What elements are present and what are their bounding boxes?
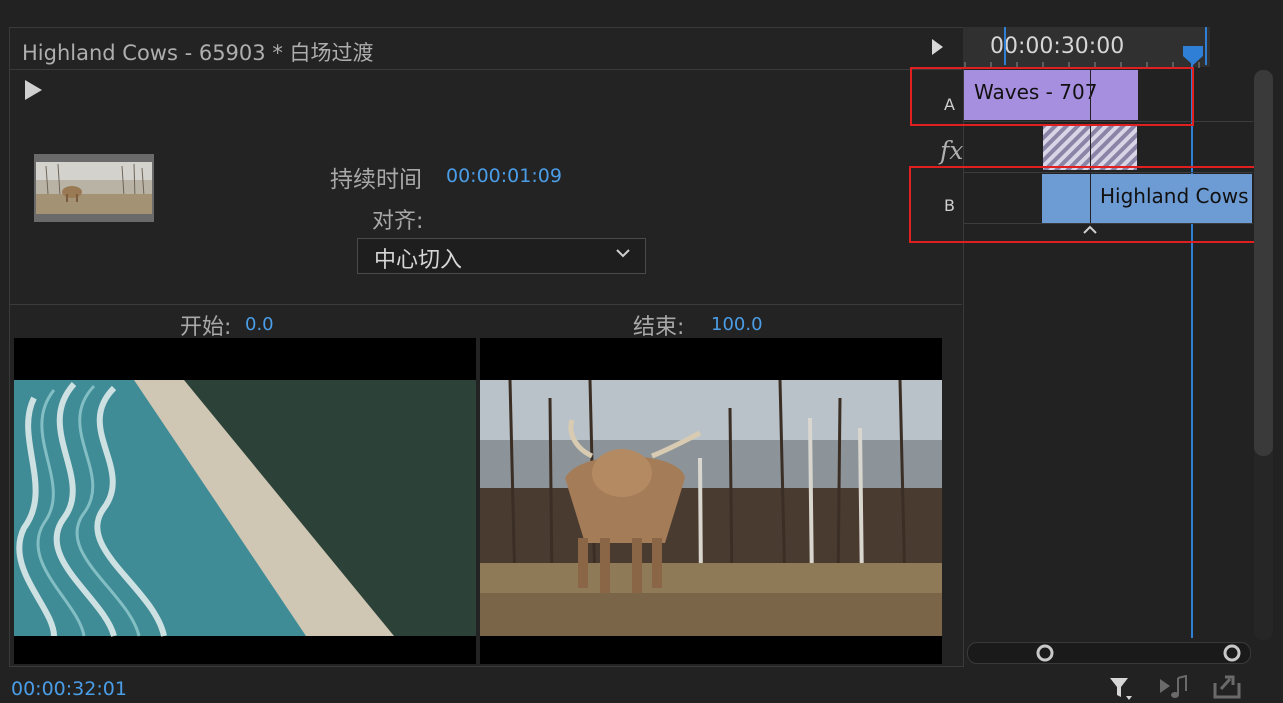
chevron-down-icon (616, 249, 630, 258)
start-preview-frame (14, 338, 476, 664)
transition-thumbnail (34, 154, 154, 222)
alignment-label: 对齐: (372, 209, 424, 234)
current-timecode[interactable]: 00:00:32:01 (11, 678, 127, 700)
vertical-scrollbar[interactable] (1254, 70, 1273, 456)
filter-icon[interactable] (1108, 675, 1134, 701)
playhead-icon[interactable] (1182, 40, 1204, 66)
out-point-marker[interactable] (1205, 27, 1207, 65)
end-value[interactable]: 100.0 (711, 314, 763, 335)
duration-value[interactable]: 00:00:01:09 (446, 165, 562, 187)
highlight-box-track-b (909, 166, 1262, 243)
end-preview-frame (480, 338, 942, 664)
start-label: 开始: (180, 315, 232, 340)
end-label: 结束: (633, 315, 685, 340)
playhead-line (1191, 58, 1193, 638)
zoom-handle-right-icon[interactable] (1222, 643, 1242, 663)
timeline-timecode: 00:00:30:00 (990, 34, 1125, 59)
fx-icon: fx (940, 136, 964, 165)
panel-title: Highland Cows - 65903 * 白场过渡 (22, 41, 374, 65)
horizontal-scrollbar[interactable] (967, 642, 1251, 664)
highlight-box-track-a (910, 67, 1194, 126)
play-audio-icon[interactable] (1158, 675, 1190, 699)
start-value[interactable]: 0.0 (245, 314, 274, 335)
preview-play-icon[interactable] (25, 80, 42, 100)
zoom-handle-left-icon[interactable] (1035, 643, 1055, 663)
export-icon[interactable] (1212, 673, 1242, 699)
in-point-marker[interactable] (1004, 27, 1006, 65)
duration-label: 持续时间 (330, 167, 422, 193)
play-icon[interactable] (932, 39, 943, 55)
alignment-selected-value: 中心切入 (374, 248, 463, 273)
divider (9, 304, 962, 305)
